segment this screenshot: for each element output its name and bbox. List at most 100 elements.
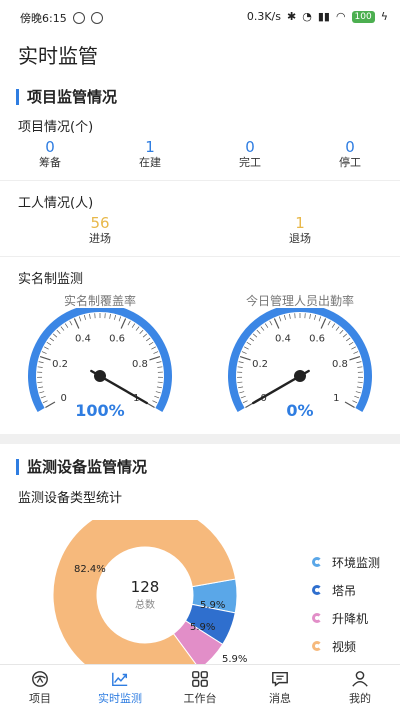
gauge-tick-label: 0.2 [52,359,68,370]
gauge-tick [310,314,311,319]
worker-label: 工人情况(人) [18,192,93,211]
device-type-label: 监测设备类型统计 [18,487,122,506]
nav-item-realtime[interactable]: 实时监测 [80,665,160,711]
battery-icon: 100 [352,11,375,23]
gauge-tick [157,387,162,388]
gauge-tick-label: 0.4 [75,334,91,345]
gauge-tick [79,317,81,322]
notification-icon [73,12,85,24]
gauge-tick [156,392,161,393]
gauge-tick [121,318,125,328]
stat-value: 0 [300,138,400,156]
gauge-tick [42,352,47,354]
gauge-tick [314,315,315,320]
nav-label: 工作台 [184,690,217,706]
gauge-tick [136,327,139,331]
gauge-tick [239,392,244,393]
gauge-tick [157,367,162,368]
gauge-tick [119,317,121,322]
gauge-title-attendance: 今日管理人员出勤率 [220,292,380,309]
gauge-title-coverage: 实名制覆盖率 [20,292,180,309]
nav-label: 项目 [29,690,51,706]
legend-marker-icon [312,641,322,651]
gauge-tick [356,392,361,393]
legend-label: 塔吊 [332,582,356,599]
gauge-tick [354,396,359,398]
gauge-tick [153,352,158,354]
stat-preparing: 0 筹备 [0,138,100,170]
gauge-tick [343,334,347,337]
bluetooth-icon: ✱ [287,10,296,23]
gauge-value: 0% [286,401,313,420]
stat-completed: 0 完工 [200,138,300,170]
project-label: 项目情况(个) [18,116,93,135]
alarm-icon: ◔ [302,10,312,23]
legend-label: 环境监测 [332,554,380,571]
section-bar [16,459,19,475]
gauge-needle-hub [294,370,306,382]
section-bar [16,89,19,105]
worker-stats: 56 进场 1 退场 [0,214,400,246]
realname-label: 实名制监测 [18,268,83,287]
gauge-tick [357,367,362,368]
gauge-tick [253,334,257,337]
gauge-tick [357,387,362,388]
legend-marker-icon [312,585,322,595]
gauge-tick-label: 0.2 [252,359,268,370]
wifi-icon: ◠ [336,10,346,23]
legend-item-lift[interactable]: 升降机 [312,604,380,632]
gauge-attendance: 00.20.40.60.810% [220,308,380,428]
section-header-project: 项目监管情况 [16,86,117,107]
gauge-tick [265,324,268,328]
gauge-tick [50,338,54,341]
gauge-tick [319,317,321,322]
gauge-value: 100% [75,401,124,420]
gauge-tick [241,396,246,398]
nav-item-project[interactable]: 项目 [0,665,80,711]
gauge-tick [346,338,350,341]
gauge-tick [261,327,264,331]
gauge-needle-hub [94,370,106,382]
donut-slice-label: 5.9% [190,622,215,633]
gauge-tick [321,318,325,328]
nav-item-message[interactable]: 消息 [240,665,320,711]
gauge-tick [143,334,147,337]
gauge-tick [39,392,44,393]
gauge-tick [38,367,43,368]
stat-value: 1 [100,138,200,156]
gauge-tick [154,396,159,398]
charging-icon: ϟ [381,10,388,23]
legend-item-tower[interactable]: 塔吊 [312,576,380,604]
gauge-tick [151,347,155,349]
gauge-tick [242,352,247,354]
gauge-tick [244,347,248,349]
signal-icon: ▮▮ [318,10,330,23]
gauge-tick [84,315,85,320]
gauge-tick-label: 0.8 [332,359,348,370]
legend-item-video[interactable]: 视频 [312,632,380,660]
gauge-tick [146,338,150,341]
gauge-tick [332,324,335,328]
gauge-tick [237,382,242,383]
gauge-tick [57,330,60,334]
divider [0,180,400,181]
gauge-tick [340,330,343,334]
legend-item-env[interactable]: 环境监测 [312,548,380,576]
gauge-tick [132,324,135,328]
donut-center: 128 总数 [110,578,180,611]
section-title: 监测设备监管情况 [27,456,147,477]
legend-label: 视频 [332,638,356,655]
stat-exited: 1 退场 [200,214,400,246]
stat-stopped: 0 停工 [300,138,400,170]
nav-item-workbench[interactable]: 工作台 [160,665,240,711]
gauge-tick [349,342,353,345]
nav-item-mine[interactable]: 我的 [320,665,400,711]
gauge-tick [41,396,46,398]
gauge-tick [239,362,244,363]
gauge-tick [250,338,254,341]
gauge-tick [345,402,355,408]
stat-building: 1 在建 [100,138,200,170]
stat-entered: 56 进场 [0,214,200,246]
gauge-tick [270,321,272,325]
gauge-tick [356,362,361,363]
